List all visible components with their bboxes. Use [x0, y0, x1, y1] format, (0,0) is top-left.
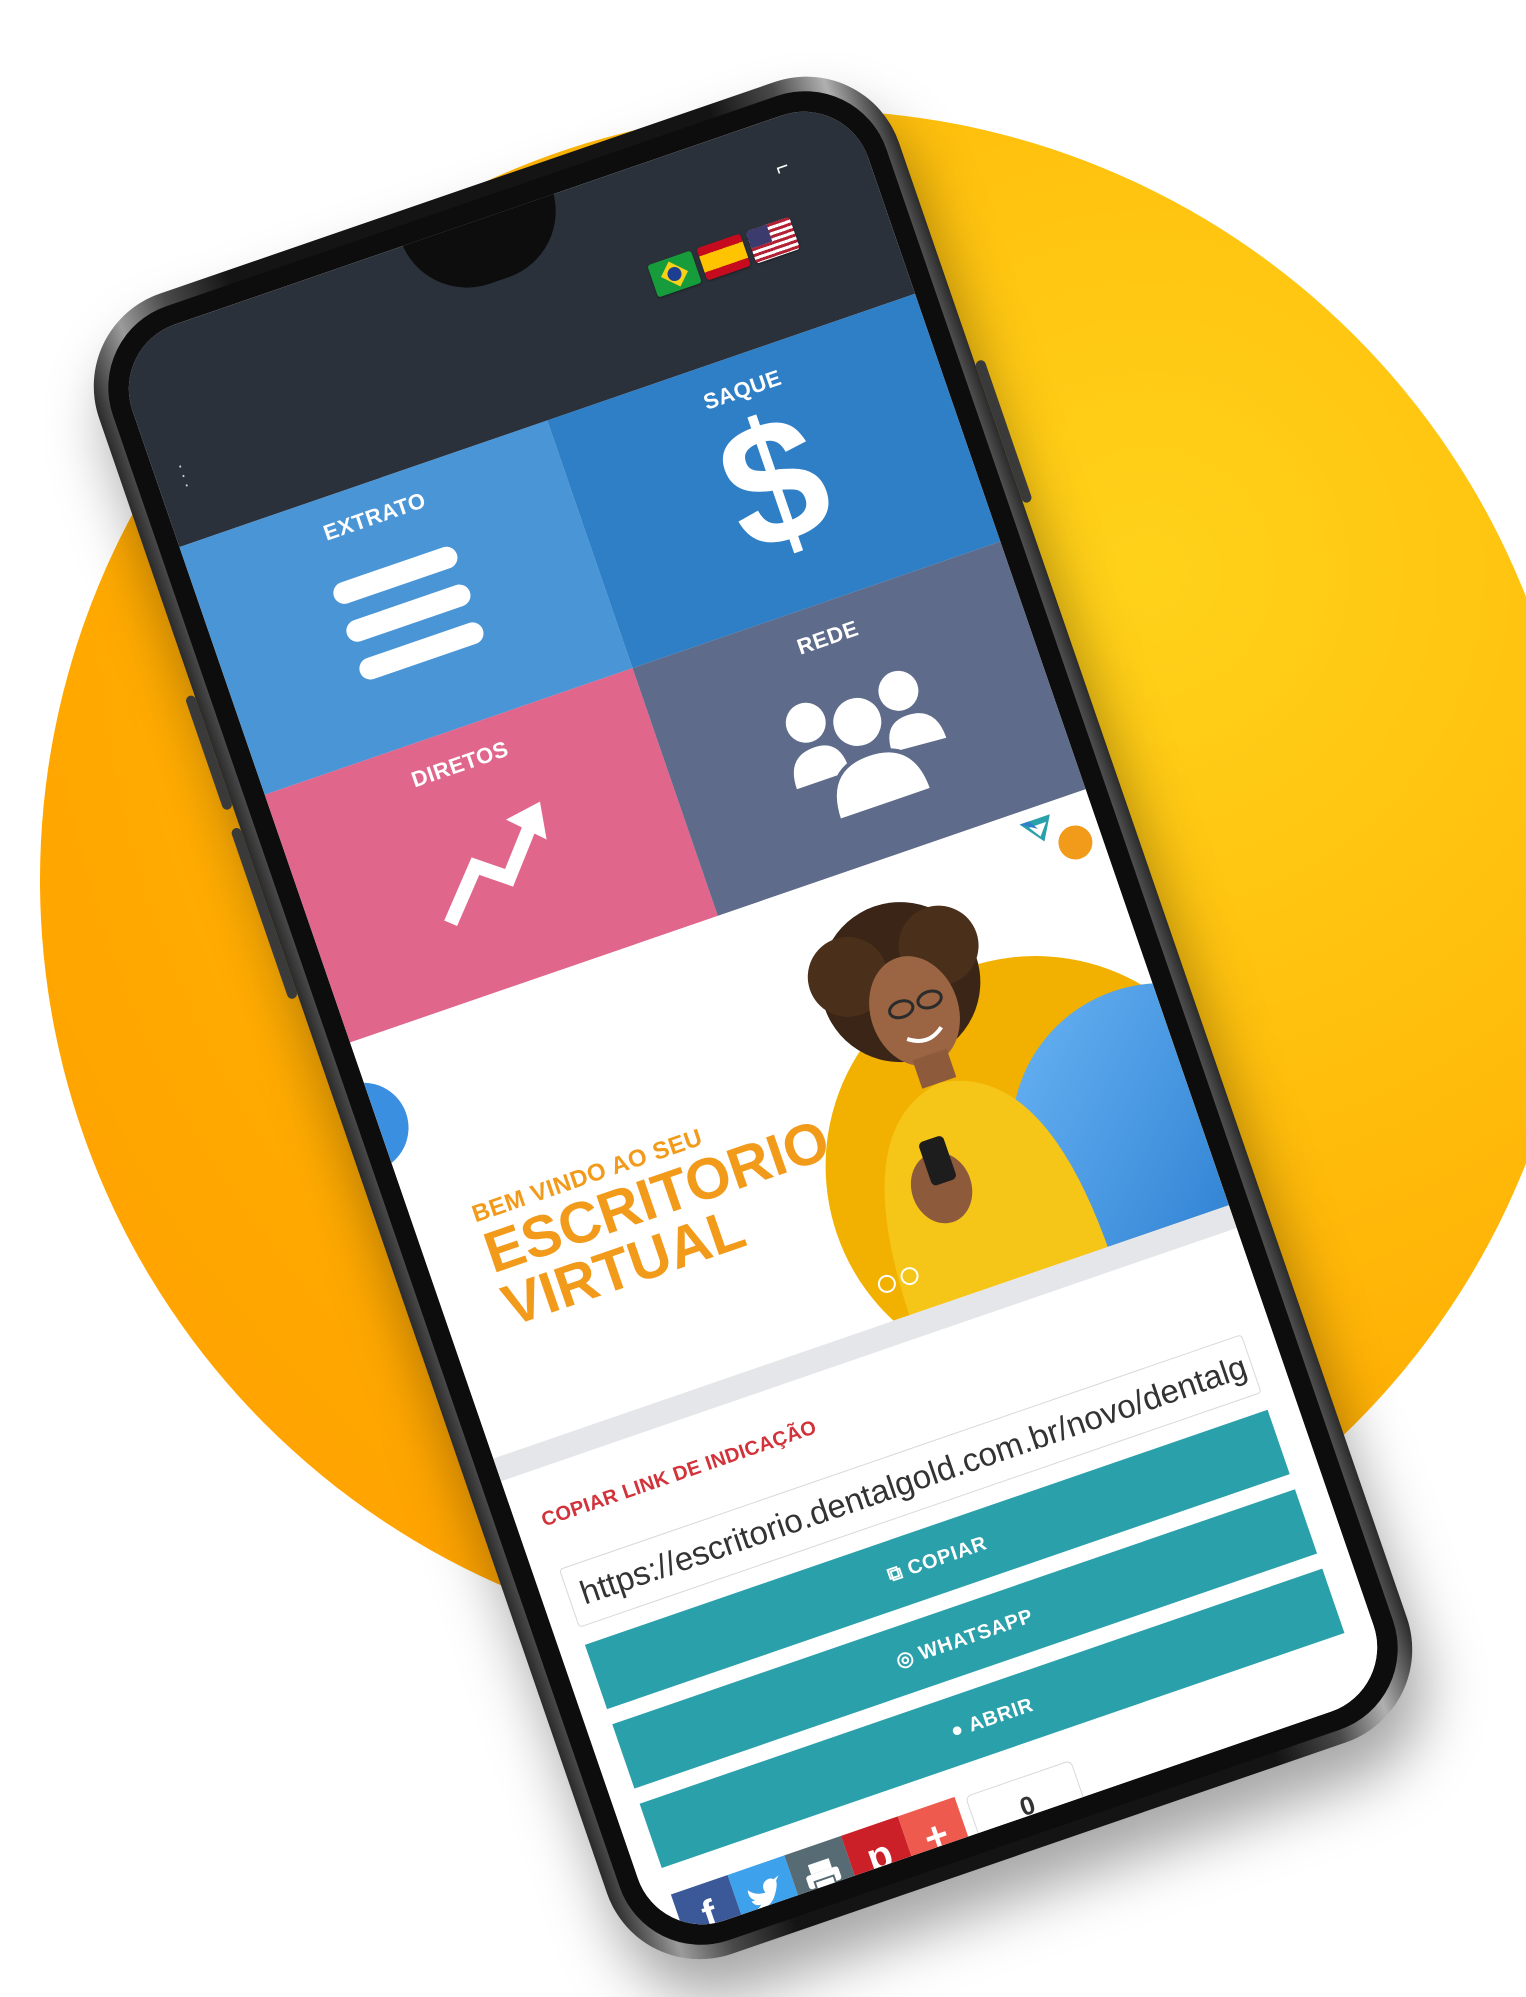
- dollar-icon: $: [696, 374, 853, 592]
- whatsapp-button-label: WHATSAPP: [916, 1605, 1037, 1665]
- welcome-heading: BEM VINDO AO SEU ESCRITORIO VIRTUAL: [469, 1085, 855, 1339]
- copy-icon: ⧉: [884, 1561, 907, 1587]
- signal-icon: ⌐: [771, 152, 793, 181]
- logo-icon: [1019, 814, 1050, 842]
- stage: ⌐ · · · EXTRATO SAQUE $ DIRETOS REDE BEM…: [0, 0, 1526, 1997]
- carousel-dot[interactable]: [898, 1264, 921, 1288]
- list-icon: [332, 546, 484, 680]
- usa-flag-icon[interactable]: [745, 216, 801, 264]
- open-icon: ●: [947, 1717, 968, 1743]
- group-icon: [785, 670, 946, 824]
- spain-flag-icon[interactable]: [696, 233, 751, 281]
- language-selector: [647, 216, 801, 298]
- menu-icon[interactable]: · · ·: [174, 455, 194, 495]
- copy-button-label: COPIAR: [904, 1532, 990, 1580]
- whatsapp-icon: ◎: [893, 1645, 918, 1673]
- banner-decoration: [1053, 820, 1098, 865]
- open-button-label: ABRIR: [965, 1693, 1037, 1737]
- trending-up-icon: [443, 801, 547, 927]
- brazil-flag-icon[interactable]: [647, 250, 702, 298]
